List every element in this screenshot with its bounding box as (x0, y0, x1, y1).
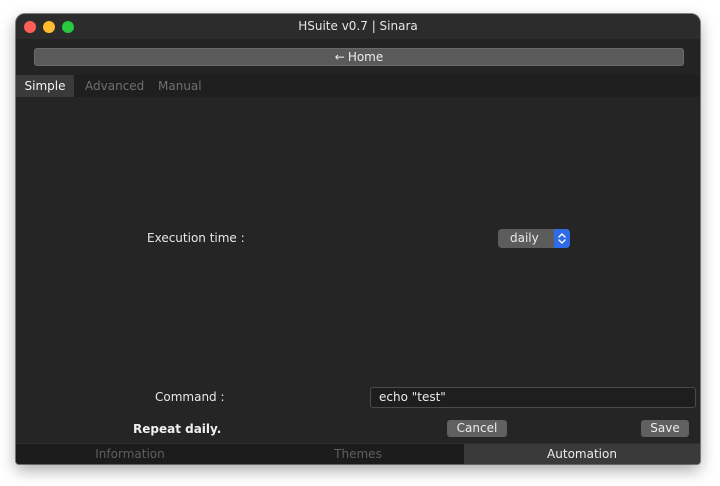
execution-time-value: daily (510, 231, 539, 245)
tab-information[interactable]: Information (16, 444, 244, 464)
save-button[interactable]: Save (641, 420, 689, 437)
window-title: HSuite v0.7 | Sinara (298, 19, 418, 33)
tab-manual[interactable]: Manual (158, 75, 202, 97)
tab-bar: Simple Advanced Manual (16, 75, 700, 97)
home-button-label: Home (347, 50, 384, 64)
command-label: Command : (155, 390, 225, 404)
app-window: HSuite v0.7 | Sinara ← Home Simple Advanc… (16, 14, 700, 464)
home-button[interactable]: ← Home (34, 48, 684, 66)
schedule-summary: Repeat daily. (133, 422, 222, 436)
chevron-up-down-icon (554, 229, 570, 248)
command-input[interactable]: echo "test" (370, 387, 696, 408)
execution-time-label: Execution time : (147, 231, 245, 245)
tab-themes[interactable]: Themes (244, 444, 472, 464)
title-bar: HSuite v0.7 | Sinara (16, 14, 700, 39)
arrow-left-icon: ← (334, 50, 345, 64)
bottom-tab-bar: Information Themes Automation (16, 443, 700, 464)
cancel-button[interactable]: Cancel (447, 420, 507, 437)
execution-time-select[interactable]: daily (498, 229, 570, 248)
tab-advanced[interactable]: Advanced (85, 75, 144, 97)
tab-simple[interactable]: Simple (16, 75, 74, 97)
tab-automation[interactable]: Automation (464, 444, 700, 464)
